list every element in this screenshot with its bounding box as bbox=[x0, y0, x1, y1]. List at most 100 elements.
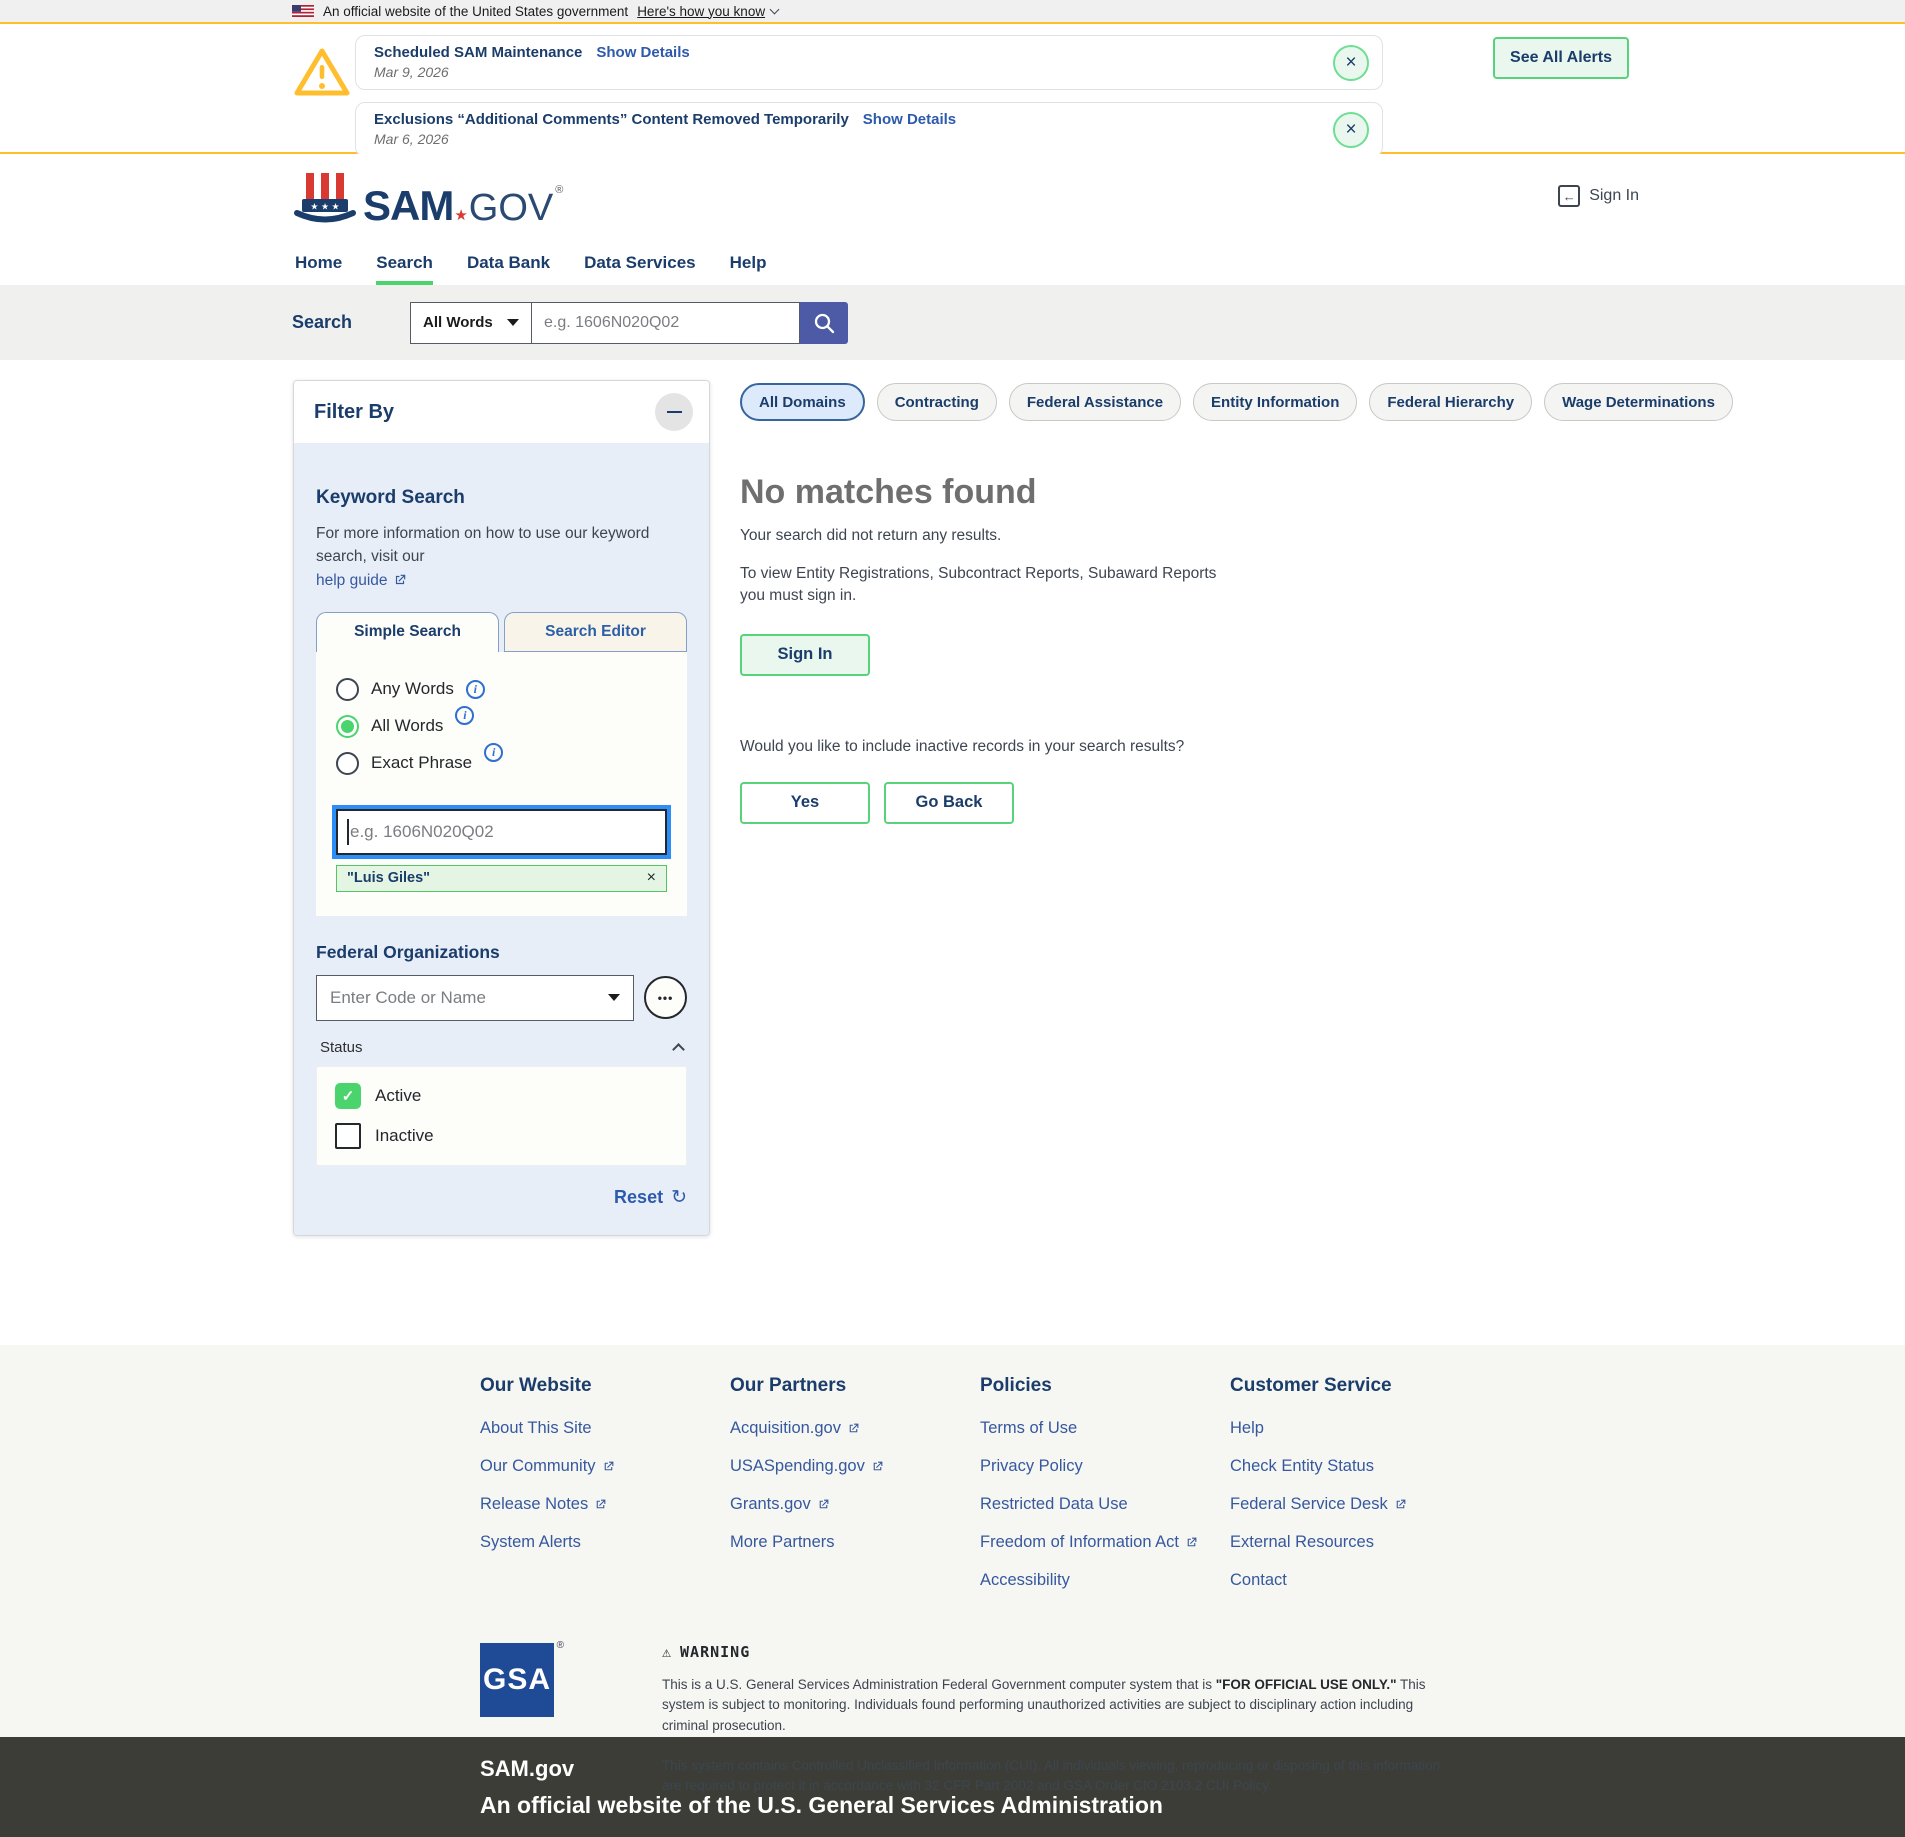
footer-column-our-website: Our Website About This Site Our Communit… bbox=[480, 1375, 730, 1609]
alerts-section: Scheduled SAM Maintenance Show Details M… bbox=[0, 24, 1905, 154]
main-nav: Home Search Data Bank Data Services Help bbox=[0, 240, 1905, 285]
external-link-icon bbox=[871, 1460, 884, 1473]
tab-simple-search[interactable]: Simple Search bbox=[316, 612, 499, 652]
footer-link[interactable]: Check Entity Status bbox=[1230, 1457, 1480, 1476]
footer-link[interactable]: More Partners bbox=[730, 1533, 980, 1552]
domain-pill-all-domains[interactable]: All Domains bbox=[740, 383, 865, 421]
footer-link[interactable]: Acquisition.gov bbox=[730, 1419, 980, 1438]
external-link-icon bbox=[594, 1498, 607, 1511]
domain-pill-federal-hierarchy[interactable]: Federal Hierarchy bbox=[1369, 383, 1532, 421]
footer-link[interactable]: About This Site bbox=[480, 1419, 730, 1438]
footer-link[interactable]: USASpending.gov bbox=[730, 1457, 980, 1476]
footer-link[interactable]: System Alerts bbox=[480, 1533, 730, 1552]
main-content: Filter By Keyword Search For more inform… bbox=[0, 360, 1905, 1345]
federal-orgs-select[interactable]: Enter Code or Name bbox=[316, 975, 634, 1021]
remove-tag-icon[interactable]: × bbox=[647, 869, 656, 887]
alert-date: Mar 6, 2026 bbox=[374, 131, 1318, 147]
how-you-know-link[interactable]: Here's how you know bbox=[637, 4, 778, 19]
search-mode-select[interactable]: All Words bbox=[410, 302, 532, 344]
help-guide-link[interactable]: help guide bbox=[316, 569, 407, 592]
uncle-sam-hat-icon: ★ ★ ★ bbox=[293, 171, 357, 227]
logo-sam-text: SAM bbox=[363, 185, 453, 227]
warning-icon: ⚠ bbox=[662, 1643, 672, 1661]
checkbox-active[interactable]: ✓ bbox=[335, 1083, 361, 1109]
no-matches-heading: No matches found bbox=[740, 473, 1620, 512]
alert-title: Scheduled SAM Maintenance bbox=[374, 44, 582, 61]
keyword-search-heading: Keyword Search bbox=[316, 487, 687, 509]
footer-link[interactable]: Privacy Policy bbox=[980, 1457, 1230, 1476]
external-link-icon bbox=[393, 573, 407, 587]
footer-link[interactable]: Freedom of Information Act bbox=[980, 1533, 1230, 1552]
nav-item-search[interactable]: Search bbox=[376, 240, 433, 285]
footer-link[interactable]: Federal Service Desk bbox=[1230, 1495, 1480, 1514]
collapse-filters-button[interactable] bbox=[655, 393, 693, 431]
domain-pill-wage-determinations[interactable]: Wage Determinations bbox=[1544, 383, 1733, 421]
select-caret-icon bbox=[507, 319, 519, 326]
warning-paragraph-2: This system contains Controlled Unclassi… bbox=[662, 1756, 1462, 1797]
footer-link[interactable]: Release Notes bbox=[480, 1495, 730, 1514]
domain-pill-federal-assistance[interactable]: Federal Assistance bbox=[1009, 383, 1181, 421]
info-icon[interactable]: i bbox=[466, 680, 485, 699]
status-card: ✓ Active Inactive bbox=[316, 1066, 687, 1166]
footer-link[interactable]: Grants.gov bbox=[730, 1495, 980, 1514]
us-flag-icon bbox=[292, 5, 314, 17]
show-details-link[interactable]: Show Details bbox=[863, 111, 956, 128]
footer-link[interactable]: Contact bbox=[1230, 1571, 1480, 1590]
reset-icon[interactable]: ↻ bbox=[671, 1186, 687, 1209]
footer-link[interactable]: External Resources bbox=[1230, 1533, 1480, 1552]
alert-title: Exclusions “Additional Comments” Content… bbox=[374, 111, 849, 128]
search-band-label: Search bbox=[292, 312, 372, 333]
yes-button[interactable]: Yes bbox=[740, 782, 870, 824]
sam-gov-logo[interactable]: ★ ★ ★ SAM ★ GOV ® bbox=[293, 171, 563, 227]
select-caret-icon bbox=[608, 994, 620, 1001]
domain-pill-contracting[interactable]: Contracting bbox=[877, 383, 997, 421]
alert-card: Scheduled SAM Maintenance Show Details M… bbox=[355, 35, 1383, 90]
more-options-button[interactable]: ••• bbox=[644, 976, 687, 1019]
footer-column-our-partners: Our Partners Acquisition.gov USASpending… bbox=[730, 1375, 980, 1609]
close-icon[interactable]: × bbox=[1333, 45, 1369, 81]
domain-pill-entity-information[interactable]: Entity Information bbox=[1193, 383, 1357, 421]
page-footer: Our Website About This Site Our Communit… bbox=[0, 1345, 1905, 1737]
info-icon[interactable]: i bbox=[455, 706, 474, 725]
sign-in-note: To view Entity Registrations, Subcontrac… bbox=[740, 563, 1240, 608]
search-icon bbox=[813, 312, 835, 334]
sign-in-button[interactable]: Sign In bbox=[740, 634, 870, 676]
radio-any-words[interactable] bbox=[336, 678, 359, 701]
show-details-link[interactable]: Show Details bbox=[596, 44, 689, 61]
footer-column-policies: Policies Terms of Use Privacy Policy Res… bbox=[980, 1375, 1230, 1609]
keyword-input[interactable] bbox=[336, 809, 667, 855]
external-link-icon bbox=[847, 1422, 860, 1435]
nav-item-home[interactable]: Home bbox=[295, 240, 342, 285]
keyword-tag: "Luis Giles" × bbox=[336, 865, 667, 892]
info-icon[interactable]: i bbox=[484, 743, 503, 762]
radio-exact-phrase[interactable] bbox=[336, 752, 359, 775]
sign-in-icon: ← bbox=[1558, 185, 1580, 207]
footer-column-customer-service: Customer Service Help Check Entity Statu… bbox=[1230, 1375, 1480, 1609]
sign-in-link[interactable]: ← Sign In bbox=[1558, 185, 1639, 207]
close-icon[interactable]: × bbox=[1333, 112, 1369, 148]
nav-item-data-services[interactable]: Data Services bbox=[584, 240, 696, 285]
status-heading: Status bbox=[320, 1039, 363, 1056]
svg-text:★ ★ ★: ★ ★ ★ bbox=[310, 202, 339, 212]
go-back-button[interactable]: Go Back bbox=[884, 782, 1014, 824]
radio-all-words[interactable] bbox=[336, 715, 359, 738]
footer-link[interactable]: Our Community bbox=[480, 1457, 730, 1476]
see-all-alerts-button[interactable]: See All Alerts bbox=[1493, 37, 1629, 79]
footer-link[interactable]: Help bbox=[1230, 1419, 1480, 1438]
footer-link[interactable]: Restricted Data Use bbox=[980, 1495, 1230, 1514]
global-search-input[interactable] bbox=[532, 302, 800, 344]
nav-item-data-bank[interactable]: Data Bank bbox=[467, 240, 550, 285]
checkbox-inactive[interactable] bbox=[335, 1123, 361, 1149]
external-link-icon bbox=[1185, 1536, 1198, 1549]
reset-filters-link[interactable]: Reset bbox=[614, 1187, 663, 1208]
filter-panel: Filter By Keyword Search For more inform… bbox=[293, 380, 710, 1236]
chevron-up-icon[interactable] bbox=[672, 1043, 685, 1056]
gsa-logo: GSA ® bbox=[480, 1643, 554, 1796]
nav-item-help[interactable]: Help bbox=[730, 240, 767, 285]
tab-search-editor[interactable]: Search Editor bbox=[504, 612, 687, 652]
search-button[interactable] bbox=[800, 302, 848, 344]
footer-link[interactable]: Accessibility bbox=[980, 1571, 1230, 1590]
footer-link[interactable]: Terms of Use bbox=[980, 1419, 1230, 1438]
registered-mark: ® bbox=[557, 1640, 564, 1651]
federal-orgs-heading: Federal Organizations bbox=[316, 942, 687, 963]
